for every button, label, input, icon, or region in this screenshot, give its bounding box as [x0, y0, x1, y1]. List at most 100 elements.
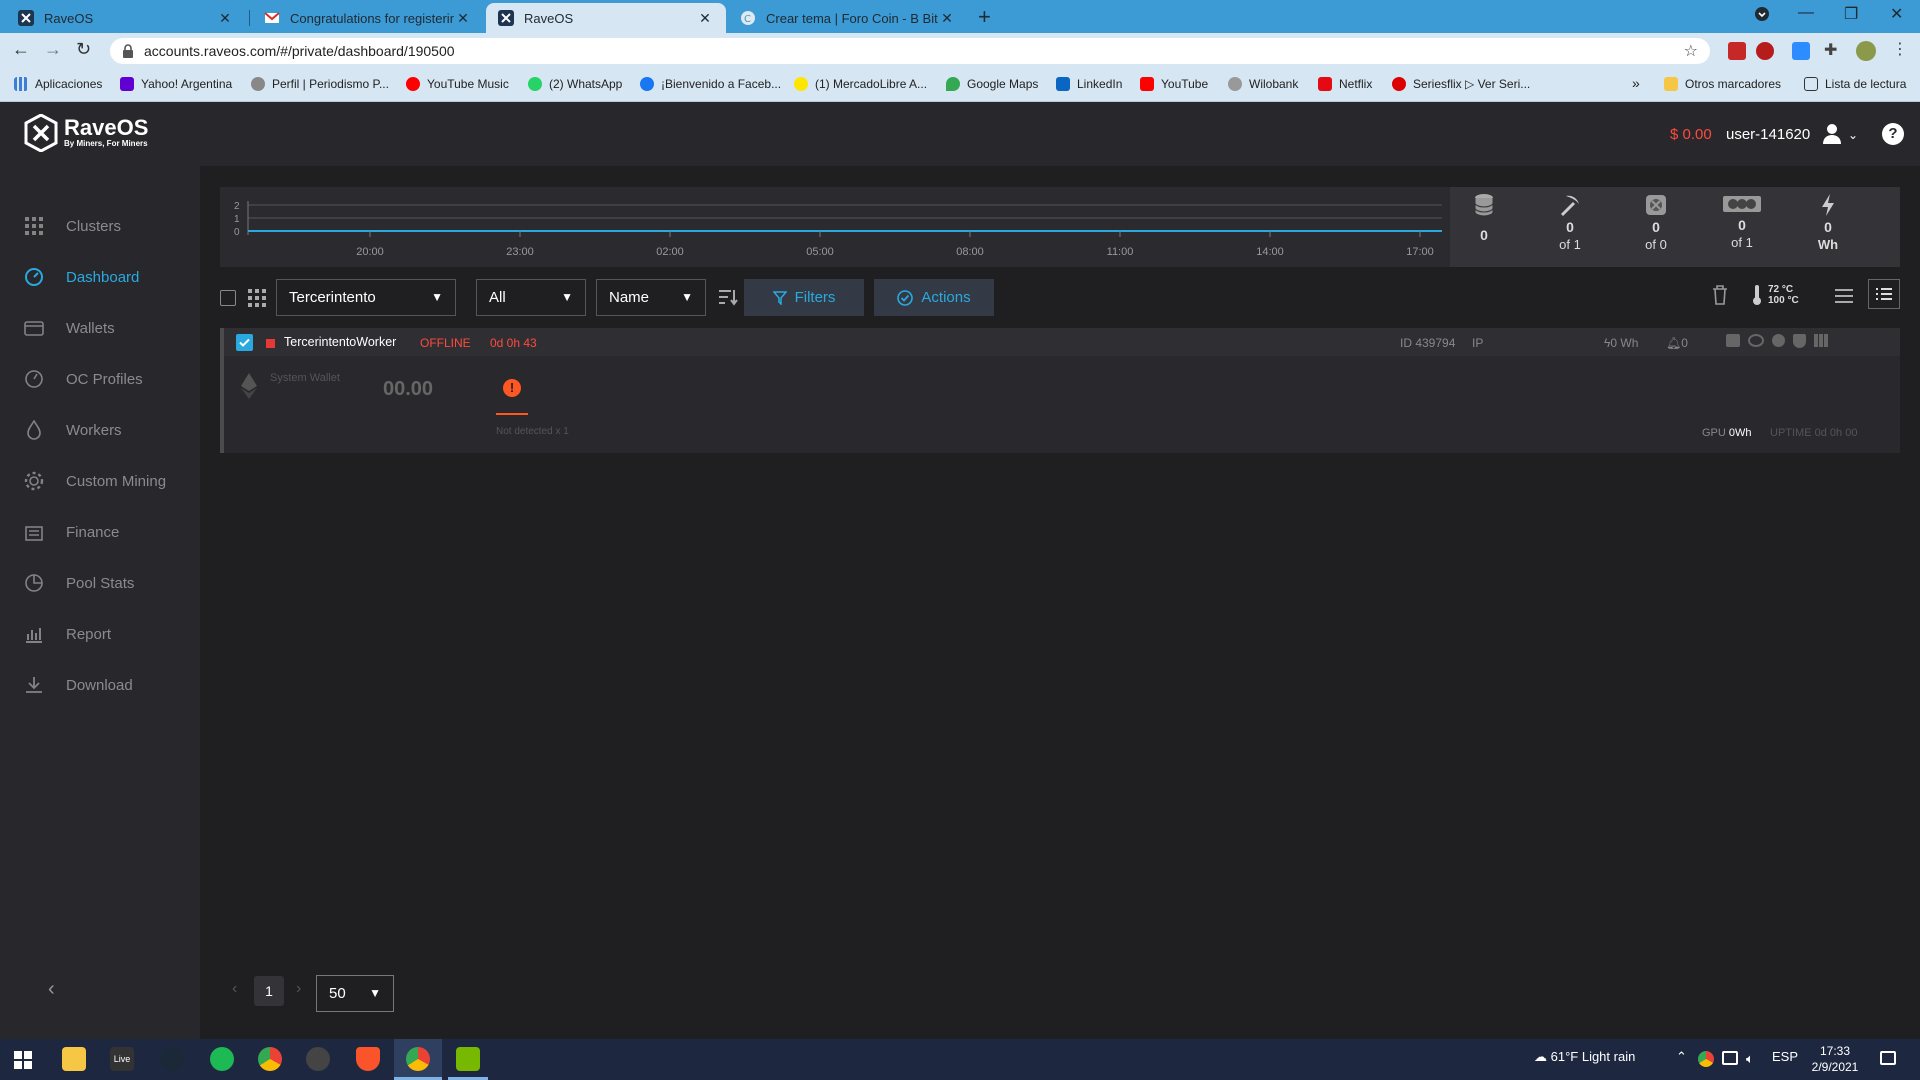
bookmark-whatsapp[interactable]: (2) WhatsApp: [528, 77, 622, 91]
chrome-icon[interactable]: [258, 1047, 282, 1071]
sidebar-item-custom-mining[interactable]: Custom Mining: [24, 471, 166, 491]
other-bookmarks-folder[interactable]: Otros marcadores: [1664, 77, 1781, 91]
bookmark-youtube-music[interactable]: YouTube Music: [406, 77, 509, 91]
help-icon[interactable]: ?: [1882, 123, 1904, 145]
more-bookmarks-button[interactable]: »: [1632, 75, 1640, 91]
bookmark-mercadolibre[interactable]: (1) MercadoLibre A...: [794, 77, 927, 91]
terminal-icon[interactable]: [1726, 334, 1740, 347]
trash-icon[interactable]: [1712, 285, 1728, 305]
worker-alerts[interactable]: 🔔︎0: [1666, 336, 1688, 350]
notifications-icon[interactable]: [1880, 1051, 1896, 1065]
url-bar[interactable]: accounts.raveos.com/#/private/dashboard/…: [110, 38, 1710, 64]
select-all-checkbox[interactable]: [220, 290, 236, 306]
list-view-icon[interactable]: [1834, 288, 1854, 304]
file-explorer-icon[interactable]: [62, 1047, 86, 1071]
brave-icon[interactable]: [356, 1047, 380, 1071]
forward-button[interactable]: →: [44, 39, 62, 60]
sidebar-item-finance[interactable]: Finance: [24, 522, 119, 542]
sidebar-item-pool-stats[interactable]: Pool Stats: [24, 573, 134, 593]
ublock-extension-icon[interactable]: [1756, 42, 1774, 60]
tray-chevron-icon[interactable]: ⌃: [1676, 1049, 1687, 1065]
nvidia-icon[interactable]: [456, 1047, 480, 1071]
bookmark-star-icon[interactable]: ☆: [1684, 41, 1698, 61]
bookmark-youtube[interactable]: YouTube: [1140, 77, 1208, 91]
eye-icon[interactable]: [1748, 334, 1764, 347]
sidebar-item-wallets[interactable]: Wallets: [24, 318, 115, 338]
warning-icon[interactable]: !: [503, 379, 521, 397]
worker-name[interactable]: TercerintentoWorker: [284, 335, 396, 349]
browser-tab[interactable]: RaveOS ✕: [6, 3, 246, 33]
close-tab-icon[interactable]: ✕: [938, 10, 956, 27]
grid-view-icon[interactable]: [248, 289, 266, 307]
detailed-list-view-icon[interactable]: [1868, 279, 1900, 309]
windows-start-icon[interactable]: [14, 1051, 32, 1069]
bookmark-seriesflix[interactable]: Seriesflix ▷ Ver Seri...: [1392, 77, 1530, 91]
chrome-tray-icon[interactable]: [1698, 1051, 1714, 1067]
bookmark-facebook[interactable]: ¡Bienvenido a Faceb...: [640, 77, 781, 91]
close-tab-icon[interactable]: ✕: [454, 10, 472, 27]
worker-checkbox[interactable]: [236, 334, 253, 351]
bookmark-yahoo[interactable]: Yahoo! Argentina: [120, 77, 232, 91]
stats-chart-icon[interactable]: [1814, 334, 1828, 347]
raveos-logo[interactable]: RaveOS By Miners, For Miners: [24, 114, 148, 152]
collapse-sidebar-chevron-icon[interactable]: ‹: [48, 978, 55, 1001]
filters-button[interactable]: Filters: [744, 279, 864, 316]
sidebar-item-clusters[interactable]: Clusters: [24, 216, 121, 236]
minimize-button[interactable]: —: [1798, 4, 1814, 22]
close-tab-icon[interactable]: ✕: [216, 10, 234, 27]
actions-button[interactable]: Actions: [874, 279, 994, 316]
app-w-icon[interactable]: [306, 1047, 330, 1071]
maximize-button[interactable]: ❐: [1844, 4, 1858, 24]
reading-list[interactable]: Lista de lectura: [1804, 77, 1906, 91]
tab-search-icon[interactable]: [1754, 6, 1770, 22]
username[interactable]: user-141620: [1726, 126, 1810, 143]
weather-widget[interactable]: ☁ 61°F Light rain: [1534, 1049, 1635, 1065]
new-tab-button[interactable]: +: [978, 4, 991, 30]
next-page-chevron-icon[interactable]: ›: [296, 980, 301, 998]
bookmark-google-maps[interactable]: Google Maps: [946, 77, 1038, 91]
network-icon[interactable]: [1722, 1051, 1738, 1065]
sort-order-icon[interactable]: [718, 288, 738, 306]
sidebar-item-workers[interactable]: Workers: [24, 420, 122, 440]
group-select[interactable]: Tercerintento ▼: [276, 279, 456, 316]
page-number-button[interactable]: 1: [254, 976, 284, 1006]
back-button[interactable]: ←: [12, 39, 30, 60]
status-filter-select[interactable]: All ▼: [476, 279, 586, 316]
worker-card[interactable]: TercerintentoWorker OFFLINE 0d 0h 43 ID …: [220, 328, 1900, 453]
profile-avatar[interactable]: [1856, 41, 1876, 61]
spotify-icon[interactable]: [210, 1047, 234, 1071]
bookmark-wilobank[interactable]: Wilobank: [1228, 77, 1298, 91]
chrome-profile-icon[interactable]: [406, 1047, 430, 1071]
zoom-extension-icon[interactable]: [1792, 42, 1810, 60]
browser-menu-icon[interactable]: ⋮: [1892, 39, 1910, 58]
per-page-select[interactable]: 50 ▼: [316, 975, 394, 1012]
sidebar-item-oc-profiles[interactable]: OC Profiles: [24, 369, 143, 389]
shield-icon[interactable]: [1793, 334, 1806, 348]
steam-icon[interactable]: [160, 1047, 184, 1071]
sidebar-item-download[interactable]: Download: [24, 675, 133, 695]
browser-tab-active[interactable]: RaveOS ✕: [486, 3, 726, 33]
reload-button[interactable]: ↻: [76, 39, 91, 60]
browser-tab[interactable]: Congratulations for registering y ✕: [252, 3, 484, 33]
extensions-puzzle-icon[interactable]: ✚: [1824, 40, 1842, 59]
browser-tab[interactable]: C Crear tema | Foro Coin - B Bitcoin ✕: [728, 3, 968, 33]
temperature-thresholds[interactable]: 72 °C 100 °C: [1752, 284, 1799, 306]
bookmark-netflix[interactable]: Netflix: [1318, 77, 1372, 91]
sort-select[interactable]: Name ▼: [596, 279, 706, 316]
sidebar-item-report[interactable]: Report: [24, 624, 111, 644]
bookmark-apps[interactable]: Aplicaciones: [14, 77, 102, 91]
volume-icon[interactable]: 🔈︎: [1746, 1051, 1754, 1067]
live-app-icon[interactable]: Live: [110, 1047, 134, 1071]
close-tab-icon[interactable]: ✕: [696, 10, 714, 27]
bookmark-linkedin[interactable]: LinkedIn: [1056, 77, 1122, 91]
input-language[interactable]: ESP: [1772, 1049, 1798, 1064]
power-icon[interactable]: [1772, 334, 1785, 347]
clock[interactable]: 17:33 2/9/2021: [1810, 1043, 1860, 1075]
sidebar-item-dashboard[interactable]: Dashboard: [24, 267, 139, 287]
bookmark-perfil[interactable]: Perfil | Periodismo P...: [251, 77, 389, 91]
prev-page-chevron-icon[interactable]: ‹: [232, 980, 237, 998]
user-menu-chevron-icon[interactable]: ⌄: [1848, 128, 1858, 142]
extension-icon[interactable]: [1728, 42, 1746, 60]
close-window-button[interactable]: ✕: [1890, 4, 1903, 24]
user-avatar-icon[interactable]: [1822, 123, 1842, 145]
